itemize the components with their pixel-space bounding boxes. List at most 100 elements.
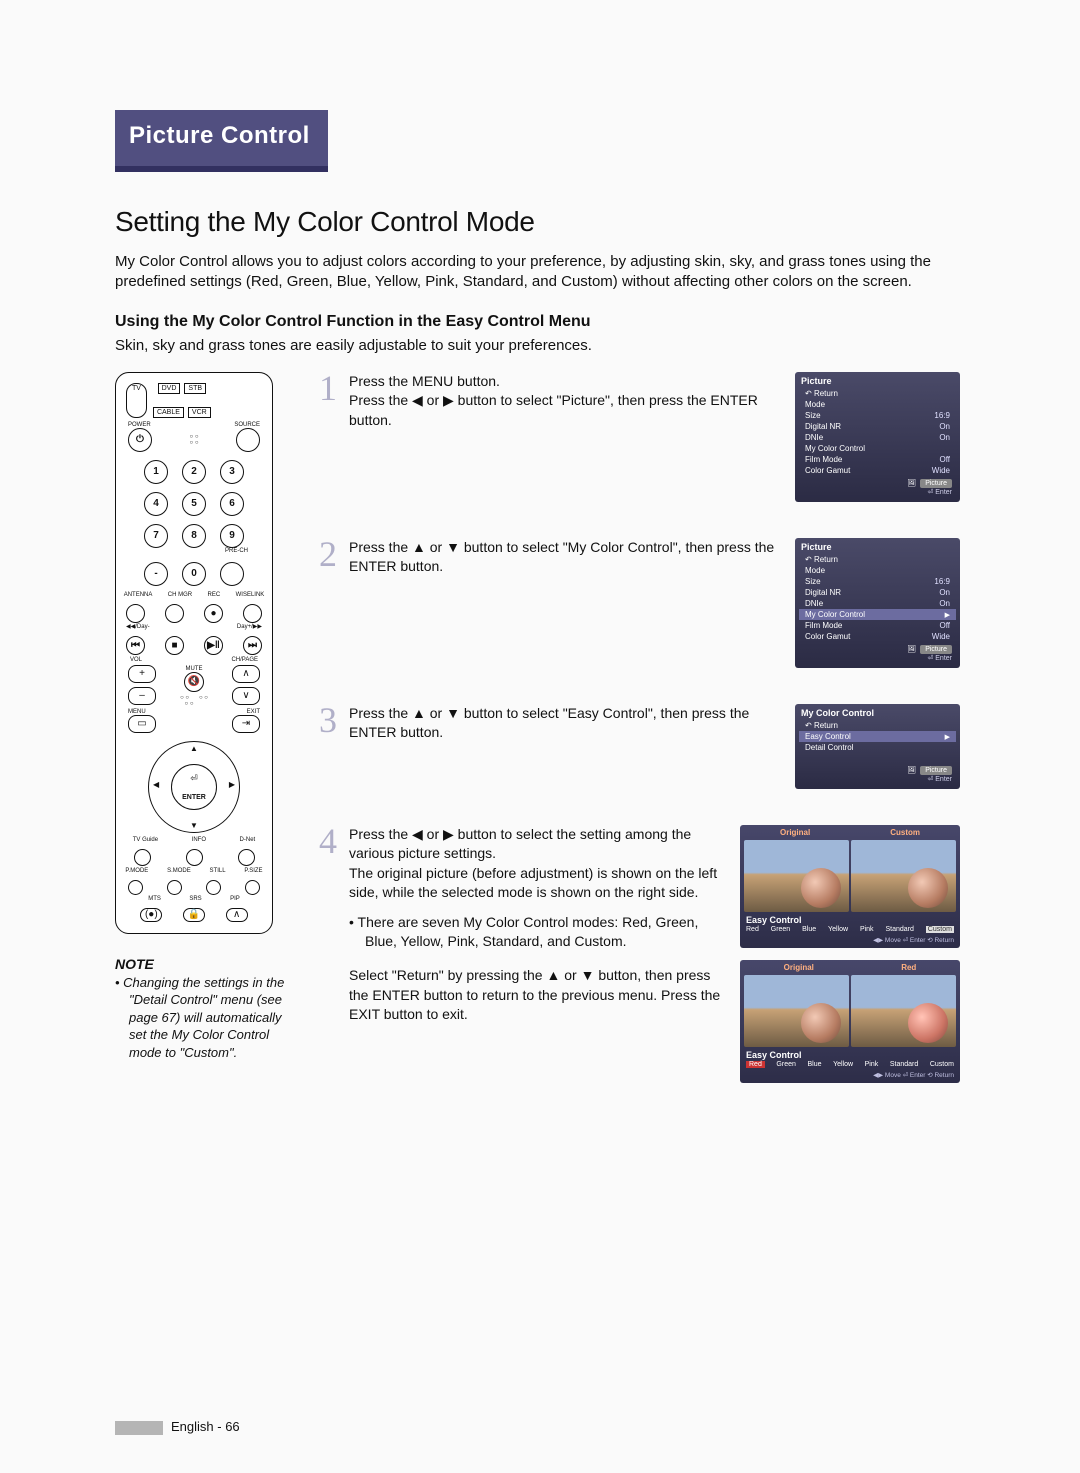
osd2-row-dnie: DNIeOn (795, 598, 960, 609)
step-3-number: 3 (313, 704, 337, 736)
remote-vol-down[interactable]: – (128, 687, 156, 705)
remote-srs-button[interactable]: 🔒 (183, 908, 205, 922)
preview2-footer: ◀▶ Move ⏎ Enter ⟲ Return (740, 1071, 960, 1083)
remote-chmgr-label: CH MGR (168, 592, 192, 598)
remote-source-button[interactable] (236, 428, 260, 452)
remote-antenna-button[interactable] (126, 604, 145, 623)
osd1-row-size: Size16:9 (795, 410, 960, 421)
remote-menu-button[interactable]: ▭ (128, 715, 156, 733)
remote-src-cable: CABLE (153, 407, 184, 418)
step-4-text-b: Select "Return" by pressing the ▲ or ▼ b… (349, 966, 726, 1025)
subheading: Using the My Color Control Function in t… (115, 313, 960, 331)
page-title: Setting the My Color Control Mode (115, 206, 960, 238)
step-4-number: 4 (313, 825, 337, 857)
remote-dayminus-label: ◀◀/Day- (126, 623, 150, 630)
osd-picture-menu-1: Picture Return Mode Size16:9 Digital NRO… (795, 372, 960, 502)
preview1-ec-label: Easy Control (740, 912, 960, 926)
step-1-text: Press the MENU button. Press the ◀ or ▶ … (349, 372, 783, 431)
remote-pmode-button[interactable] (128, 880, 143, 895)
osd1-row-filmmode: Film ModeOff (795, 454, 960, 465)
remote-mts-button[interactable]: (●) (140, 908, 162, 922)
remote-num-1[interactable]: 1 (144, 460, 168, 484)
remote-ch-up[interactable]: ∧ (232, 665, 260, 683)
osd2-row-filmmode: Film ModeOff (795, 620, 960, 631)
remote-num-4[interactable]: 4 (144, 492, 168, 516)
remote-power-button[interactable]: ⏻ (128, 428, 152, 452)
remote-prech-label: PRE-CH (116, 548, 272, 554)
remote-tvguide-label: TV Guide (133, 837, 158, 843)
osd1-title: Picture (795, 376, 960, 388)
osd1-row-dnie: DNIeOn (795, 432, 960, 443)
remote-num-9[interactable]: 9 (220, 524, 244, 548)
remote-num-0[interactable]: 0 (182, 562, 206, 586)
osd2-enter-label: Enter (935, 655, 952, 662)
remote-pip-button[interactable]: ∧ (226, 908, 248, 922)
remote-num-dash[interactable]: - (144, 562, 168, 586)
remote-rewind-button[interactable]: ⏮ (126, 636, 145, 655)
remote-rec-button[interactable]: ● (204, 604, 223, 623)
remote-num-8[interactable]: 8 (182, 524, 206, 548)
page-number: English - 66 (171, 1419, 240, 1434)
remote-psize-label: P.SIZE (244, 868, 262, 874)
remote-illustration: TV DVD STB CABLE VCR POWER SOURCE ⏻ (115, 372, 273, 934)
osd2-return: Return (795, 554, 960, 565)
remote-ch-down[interactable]: ∨ (232, 687, 260, 705)
step-2-text: Press the ▲ or ▼ button to select "My Co… (349, 538, 783, 577)
remote-pmode-label: P.MODE (125, 868, 148, 874)
remote-power-label: POWER (128, 422, 151, 428)
preview2-img-red (851, 975, 956, 1047)
remote-wiselink-label: WISELINK (236, 592, 265, 598)
remote-prech-button[interactable] (220, 562, 244, 586)
osd1-row-mycolor: My Color Control (795, 443, 960, 454)
remote-psize-button[interactable] (245, 880, 260, 895)
step-3-text: Press the ▲ or ▼ button to select "Easy … (349, 704, 783, 743)
remote-info-button[interactable] (186, 849, 203, 866)
remote-num-3[interactable]: 3 (220, 460, 244, 484)
remote-still-label: STILL (210, 868, 226, 874)
step-4-bullet: There are seven My Color Control modes: … (349, 913, 726, 952)
remote-nav-ring[interactable]: ▲ ▼ ◀ ▶ ⏎ ENTER (148, 741, 240, 833)
remote-source-label: SOURCE (234, 422, 260, 428)
remote-mute-button[interactable]: 🔇 (184, 672, 204, 692)
remote-num-7[interactable]: 7 (144, 524, 168, 548)
preview2-ec-label: Easy Control (740, 1047, 960, 1061)
preview1-img-original (744, 840, 849, 912)
osd1-row-digitalnr: Digital NROn (795, 421, 960, 432)
osd3-detailcontrol: Detail Control (795, 742, 960, 753)
osd3-return: Return (795, 720, 960, 731)
remote-chpage-label: CH/PAGE (231, 657, 258, 663)
osd3-picture-label: Picture (920, 766, 952, 775)
remote-src-dvd: DVD (158, 383, 181, 394)
remote-smode-label: S.MODE (167, 868, 191, 874)
osd2-picture-label: Picture (920, 645, 952, 654)
remote-tvguide-button[interactable] (134, 849, 151, 866)
osd2-row-size: Size16:9 (795, 576, 960, 587)
remote-enter-icon: ⏎ (149, 773, 239, 784)
remote-exit-button[interactable]: ⇥ (232, 715, 260, 733)
osd2-row-mycolor-selected: My Color Control (799, 609, 956, 620)
remote-menu-label: MENU (128, 709, 146, 715)
remote-still-button[interactable] (206, 880, 221, 895)
remote-forward-button[interactable]: ⏭ (243, 636, 262, 655)
remote-srs-label: SRS (189, 896, 201, 902)
remote-num-5[interactable]: 5 (182, 492, 206, 516)
remote-info-label: INFO (192, 837, 206, 843)
remote-chmgr-button[interactable] (165, 604, 184, 623)
osd1-enter-label: Enter (935, 489, 952, 496)
osd1-row-colorgamut: Color GamutWide (795, 465, 960, 476)
intro-paragraph: My Color Control allows you to adjust co… (115, 252, 935, 293)
remote-dnet-button[interactable] (238, 849, 255, 866)
remote-src-tv: TV (126, 383, 147, 418)
page-footer: English - 66 (115, 1419, 240, 1435)
remote-num-2[interactable]: 2 (182, 460, 206, 484)
remote-play-button[interactable]: ▶‖ (204, 636, 223, 655)
remote-vol-label: VOL (130, 657, 142, 663)
remote-smode-button[interactable] (167, 880, 182, 895)
remote-vol-up[interactable]: + (128, 665, 156, 683)
remote-up-icon: ▲ (149, 744, 239, 753)
osd-mycolor-menu: My Color Control Return Easy Control Det… (795, 704, 960, 789)
remote-stop-button[interactable]: ■ (165, 636, 184, 655)
remote-num-6[interactable]: 6 (220, 492, 244, 516)
remote-wiselink-button[interactable] (243, 604, 262, 623)
preview1-label-original: Original (780, 828, 810, 837)
